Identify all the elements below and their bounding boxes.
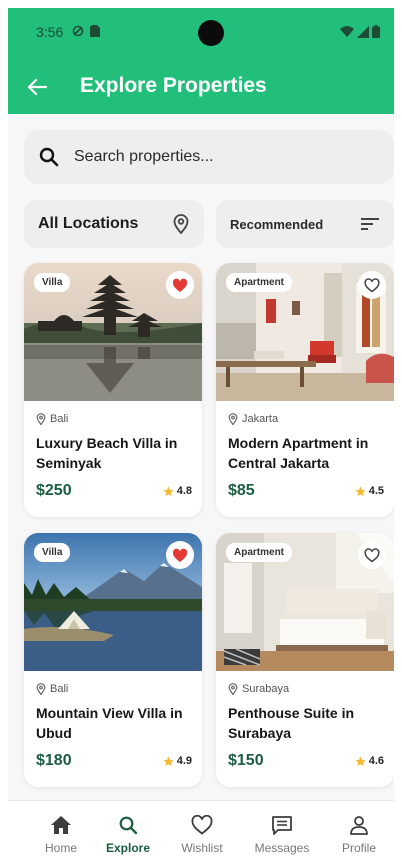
property-location: Surabaya	[228, 683, 289, 695]
camera-cutout	[198, 20, 224, 46]
search-icon	[39, 147, 59, 167]
heart-outline-icon	[364, 277, 380, 292]
property-rating: 4.6	[355, 755, 384, 767]
nav-explore[interactable]: Explore	[93, 815, 163, 855]
location-pin-icon	[173, 214, 189, 234]
back-button[interactable]	[24, 74, 50, 100]
sort-filter[interactable]: Recommended	[216, 200, 394, 248]
battery-icon	[372, 25, 380, 38]
property-price: $150	[228, 752, 264, 769]
nav-home[interactable]: Home	[26, 815, 96, 855]
star-icon	[355, 755, 366, 766]
top-bar: 3:56 Explore Properties	[8, 8, 394, 114]
property-card[interactable]: Villa Bali Luxury Beach Villa in Seminya…	[24, 263, 202, 517]
property-location: Jakarta	[228, 413, 278, 425]
favorite-button[interactable]	[166, 541, 194, 569]
heart-filled-icon	[172, 278, 188, 292]
sort-icon	[361, 218, 379, 230]
property-rating-value: 4.6	[368, 755, 384, 767]
status-time: 3:56	[36, 24, 64, 40]
nav-explore-label: Explore	[105, 841, 150, 855]
search-input[interactable]	[74, 148, 374, 166]
signal-icon	[357, 25, 369, 38]
page-title: Explore Properties	[80, 74, 267, 97]
location-filter-label: All Locations	[38, 215, 139, 232]
sim-card-icon	[90, 25, 100, 37]
nav-wishlist[interactable]: Wishlist	[167, 815, 237, 855]
location-pin-icon	[36, 413, 46, 425]
property-title: Luxury Beach Villa in Seminyak	[36, 435, 178, 471]
property-title: Modern Apartment in Central Jakarta	[228, 435, 369, 471]
property-rating: 4.5	[355, 485, 384, 497]
person-icon	[350, 816, 368, 835]
star-icon	[163, 755, 174, 766]
heart-filled-icon	[172, 548, 188, 562]
app-bar: Explore Properties	[8, 62, 394, 112]
nav-profile-label: Profile	[341, 841, 376, 855]
location-pin-icon	[228, 413, 238, 425]
property-card[interactable]: Villa Bali Mountain View Villa in Ubud $…	[24, 533, 202, 787]
property-card[interactable]: Apartment Jakarta Modern Apartment in Ce…	[216, 263, 394, 517]
property-location-text: Surabaya	[242, 683, 290, 695]
property-location-text: Jakarta	[242, 413, 279, 425]
property-type-badge: Apartment	[226, 273, 293, 292]
property-rating: 4.8	[163, 485, 192, 497]
location-filter[interactable]: All Locations	[24, 200, 204, 248]
heart-outline-icon	[364, 547, 380, 562]
favorite-button[interactable]	[358, 541, 386, 569]
property-location: Bali	[36, 413, 68, 425]
bottom-navigation: Home Explore Wishlist Messages Profile	[8, 800, 394, 867]
property-rating-value: 4.8	[176, 485, 192, 497]
nav-wishlist-label: Wishlist	[181, 841, 223, 855]
property-type-badge: Villa	[34, 543, 71, 562]
property-title: Mountain View Villa in Ubud	[36, 705, 183, 741]
location-pin-icon	[36, 683, 46, 695]
nav-profile[interactable]: Profile	[324, 815, 394, 855]
property-location-text: Bali	[50, 683, 69, 695]
search-bar[interactable]	[24, 130, 394, 184]
do-not-disturb-icon	[72, 25, 84, 37]
property-location: Bali	[36, 683, 68, 695]
home-icon	[51, 816, 71, 834]
property-rating-value: 4.9	[176, 755, 192, 767]
search-icon	[119, 816, 138, 835]
app-screen: 3:56 Explore Properties All Locations	[8, 8, 394, 867]
property-price: $85	[228, 482, 255, 499]
property-title: Penthouse Suite in Surabaya	[228, 705, 355, 741]
favorite-button[interactable]	[166, 271, 194, 299]
property-location-text: Bali	[50, 413, 69, 425]
message-icon	[272, 816, 292, 835]
status-bar: 3:56	[8, 8, 394, 58]
property-price: $250	[36, 482, 72, 499]
property-price: $180	[36, 752, 72, 769]
nav-home-label: Home	[44, 841, 77, 855]
property-type-badge: Apartment	[226, 543, 293, 562]
favorite-button[interactable]	[358, 271, 386, 299]
nav-messages-label: Messages	[254, 841, 310, 855]
star-icon	[355, 485, 366, 496]
heart-outline-icon	[191, 815, 213, 835]
property-card[interactable]: Apartment Surabaya Penthouse Suite in Su…	[216, 533, 394, 787]
nav-messages[interactable]: Messages	[247, 815, 317, 855]
wifi-icon	[340, 25, 354, 37]
sort-filter-label: Recommended	[230, 216, 324, 232]
property-rating-value: 4.5	[368, 485, 384, 497]
arrow-back-icon	[27, 78, 47, 96]
property-rating: 4.9	[163, 755, 192, 767]
location-pin-icon	[228, 683, 238, 695]
property-type-badge: Villa	[34, 273, 71, 292]
star-icon	[163, 485, 174, 496]
